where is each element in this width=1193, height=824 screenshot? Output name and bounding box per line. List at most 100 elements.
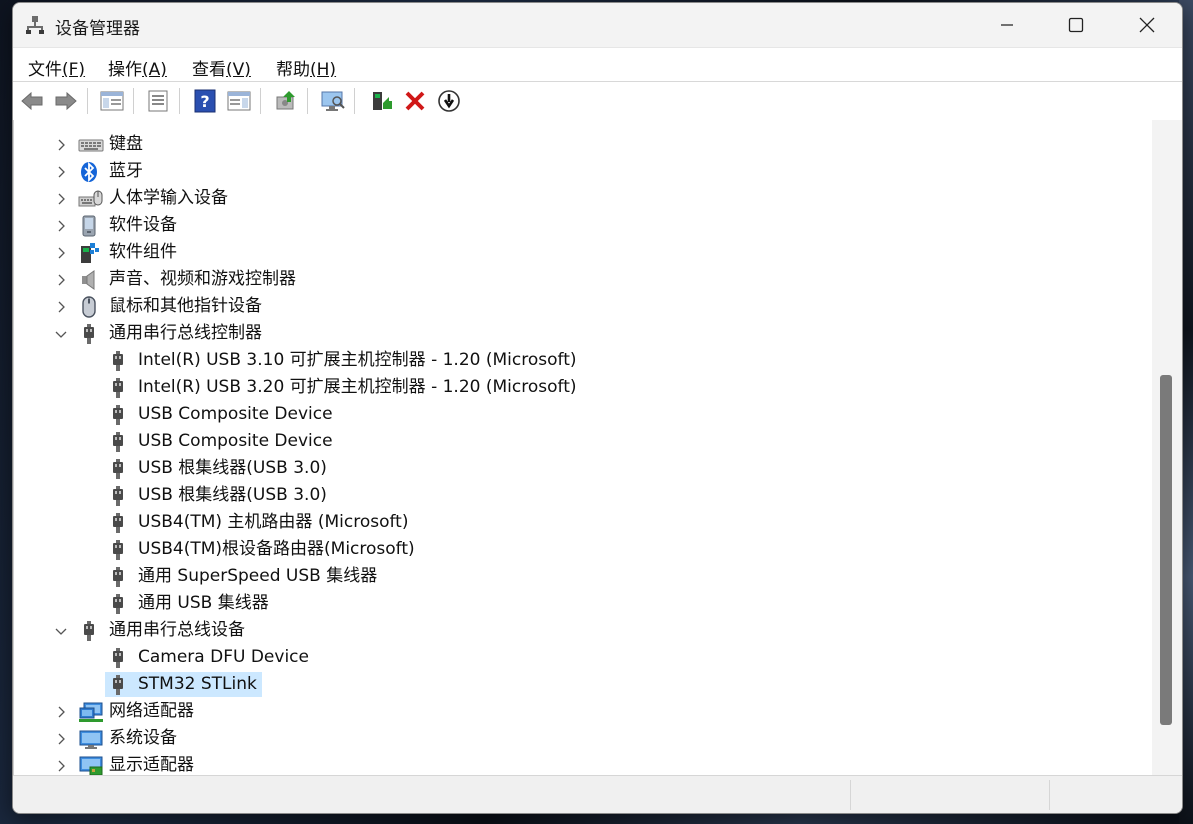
- title-bar[interactable]: 设备管理器: [13, 3, 1182, 47]
- tree-category[interactable]: 鼠标和其他指针设备: [14, 293, 1153, 320]
- close-button[interactable]: [1124, 3, 1170, 47]
- chevron-down-icon[interactable]: [54, 326, 68, 340]
- tree-category[interactable]: 软件设备: [14, 212, 1153, 239]
- tree-device[interactable]: Intel(R) USB 3.20 可扩展主机控制器 - 1.20 (Micro…: [14, 374, 1153, 401]
- tree-category[interactable]: 通用串行总线设备: [14, 617, 1153, 644]
- tree-item-label: 键盘: [109, 134, 143, 154]
- software-device-icon: [78, 215, 100, 237]
- tree-category[interactable]: 软件组件: [14, 239, 1153, 266]
- enable-device-icon: [373, 92, 392, 110]
- properties-button[interactable]: [145, 88, 171, 114]
- tree-item-label: STM32 STLink: [138, 674, 257, 694]
- minimize-icon: [1001, 24, 1013, 26]
- usb-icon: [78, 323, 100, 345]
- update-driver-button[interactable]: [273, 88, 299, 114]
- uninstall-device-button[interactable]: [402, 88, 428, 114]
- scan-hardware-icon: [321, 91, 345, 111]
- mouse-icon: [78, 296, 100, 318]
- device-manager-icon: [26, 15, 44, 35]
- enable-device-button[interactable]: [368, 88, 394, 114]
- usb-icon: [107, 566, 129, 588]
- tree-category[interactable]: 人体学输入设备: [14, 185, 1153, 212]
- help-icon: ?: [194, 89, 216, 113]
- tree-device[interactable]: USB Composite Device: [14, 401, 1153, 428]
- tree-device[interactable]: USB4(TM) 主机路由器 (Microsoft): [14, 509, 1153, 536]
- toolbar-separator: [307, 88, 308, 114]
- tree-item-label: 通用 SuperSpeed USB 集线器: [138, 566, 378, 586]
- properties-icon: [148, 90, 168, 112]
- tree-device[interactable]: USB Composite Device: [14, 428, 1153, 455]
- back-icon: [21, 91, 43, 111]
- tree-item-label: 人体学输入设备: [109, 188, 228, 208]
- toolbar-separator: [354, 88, 355, 114]
- scan-hardware-button[interactable]: [320, 88, 346, 114]
- tree-category[interactable]: 网络适配器: [14, 698, 1153, 725]
- tree-item-label: Intel(R) USB 3.10 可扩展主机控制器 - 1.20 (Micro…: [138, 350, 577, 370]
- tree-device[interactable]: USB4(TM)根设备路由器(Microsoft): [14, 536, 1153, 563]
- tree-item-label: 显示适配器: [109, 755, 194, 775]
- tree-item-label: 鼠标和其他指针设备: [109, 296, 262, 316]
- tree-category[interactable]: 声音、视频和游戏控制器: [14, 266, 1153, 293]
- tree-device[interactable]: Camera DFU Device: [14, 644, 1153, 671]
- help-button[interactable]: ?: [192, 88, 218, 114]
- chevron-right-icon[interactable]: [54, 218, 68, 232]
- scrollbar-thumb[interactable]: [1160, 375, 1172, 725]
- maximize-button[interactable]: [1053, 3, 1099, 47]
- menu-file[interactable]: 文件(F): [28, 55, 85, 80]
- keyboard-icon: [78, 134, 104, 156]
- tree-item-label: 蓝牙: [109, 161, 143, 181]
- display-adapter-icon: [78, 755, 103, 775]
- toolbar-separator: [260, 88, 261, 114]
- action-pane-icon: [227, 91, 251, 111]
- action-pane-button[interactable]: [226, 88, 252, 114]
- chevron-right-icon[interactable]: [54, 191, 68, 205]
- usb-icon: [107, 674, 129, 696]
- show-hide-console-tree-button[interactable]: [99, 88, 125, 114]
- chevron-right-icon[interactable]: [54, 758, 68, 772]
- device-manager-window: 设备管理器 文件(F) 操作(A) 查看(V) 帮助(H) ? 键盘 蓝牙 人体…: [12, 2, 1183, 814]
- usb-icon: [107, 350, 129, 372]
- chevron-right-icon[interactable]: [54, 299, 68, 313]
- disable-device-icon: [438, 90, 460, 112]
- uninstall-device-icon: [405, 91, 425, 111]
- tree-item-label: 通用串行总线设备: [109, 620, 245, 640]
- tree-category[interactable]: 显示适配器: [14, 752, 1153, 775]
- tree-category[interactable]: 通用串行总线控制器: [14, 320, 1153, 347]
- tree-item-label: Intel(R) USB 3.20 可扩展主机控制器 - 1.20 (Micro…: [138, 377, 577, 397]
- tree-item-label: USB4(TM) 主机路由器 (Microsoft): [138, 512, 409, 532]
- chevron-right-icon[interactable]: [54, 704, 68, 718]
- menu-view[interactable]: 查看(V): [192, 55, 251, 80]
- speaker-icon: [78, 269, 100, 291]
- disable-device-button[interactable]: [436, 88, 462, 114]
- back-button[interactable]: [19, 88, 45, 114]
- device-tree[interactable]: 键盘 蓝牙 人体学输入设备 软件设备 软件组件 声音、视频和游戏控制器 鼠标和其他指针设备通…: [13, 120, 1153, 775]
- tree-category[interactable]: 蓝牙: [14, 158, 1153, 185]
- chevron-down-icon[interactable]: [54, 623, 68, 637]
- vertical-scrollbar[interactable]: [1152, 120, 1182, 775]
- usb-icon: [107, 458, 129, 480]
- tree-device[interactable]: USB 根集线器(USB 3.0): [14, 455, 1153, 482]
- chevron-right-icon[interactable]: [54, 731, 68, 745]
- window-title: 设备管理器: [55, 19, 140, 39]
- menu-help[interactable]: 帮助(H): [276, 55, 336, 80]
- usb-icon: [107, 485, 129, 507]
- tree-device[interactable]: USB 根集线器(USB 3.0): [14, 482, 1153, 509]
- tree-device[interactable]: STM32 STLink: [14, 671, 1153, 698]
- tree-category[interactable]: 系统设备: [14, 725, 1153, 752]
- tree-device[interactable]: Intel(R) USB 3.10 可扩展主机控制器 - 1.20 (Micro…: [14, 347, 1153, 374]
- tree-item-label: 网络适配器: [109, 701, 194, 721]
- tree-item-label: 软件设备: [109, 215, 177, 235]
- minimize-button[interactable]: [984, 3, 1030, 47]
- menu-action[interactable]: 操作(A): [108, 55, 167, 80]
- chevron-right-icon[interactable]: [54, 272, 68, 286]
- tree-category[interactable]: 键盘: [14, 131, 1153, 158]
- tree-device[interactable]: 通用 SuperSpeed USB 集线器: [14, 563, 1153, 590]
- chevron-right-icon[interactable]: [54, 137, 68, 151]
- chevron-right-icon[interactable]: [54, 164, 68, 178]
- maximize-icon: [1068, 17, 1084, 33]
- chevron-right-icon[interactable]: [54, 245, 68, 259]
- show-hide-console-tree-icon: [100, 91, 124, 111]
- tree-device[interactable]: 通用 USB 集线器: [14, 590, 1153, 617]
- tree-item-label: USB Composite Device: [138, 431, 333, 451]
- forward-button[interactable]: [53, 88, 79, 114]
